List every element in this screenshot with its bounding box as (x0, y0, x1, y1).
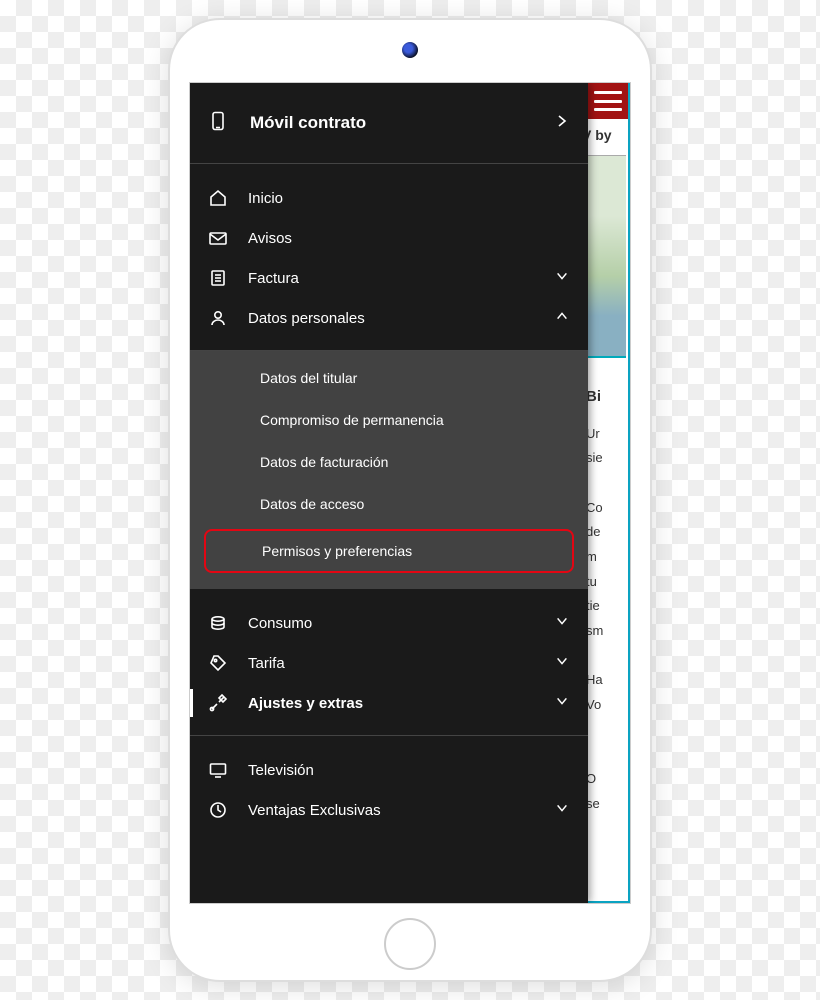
mail-icon (208, 228, 228, 248)
nav-label: Ventajas Exclusivas (248, 802, 534, 819)
tag-icon (208, 653, 228, 673)
phone-frame: V by Bi Ur sie Co de m tu tie sm Ha Vo O… (170, 20, 650, 980)
phone-camera (402, 42, 418, 58)
home-icon (208, 188, 228, 208)
phone-icon (208, 111, 228, 135)
chevron-down-icon (554, 694, 570, 712)
nav-drawer: Móvil contrato Inicio Avisos (190, 83, 588, 903)
nav-label: Televisión (248, 762, 570, 779)
nav-label: Ajustes y extras (248, 695, 534, 712)
tools-icon (208, 693, 228, 713)
sub-datos-titular[interactable]: Datos del titular (190, 357, 588, 399)
nav-television[interactable]: Televisión (190, 750, 588, 790)
menu-section-main: Inicio Avisos Factura (190, 164, 588, 351)
nav-label: Tarifa (248, 655, 534, 672)
chevron-down-icon (554, 654, 570, 672)
nav-label: Inicio (248, 190, 570, 207)
submenu-datos-personales: Datos del titular Compromiso de permanen… (190, 351, 588, 589)
sub-datos-acceso[interactable]: Datos de acceso (190, 483, 588, 525)
nav-ajustes-extras[interactable]: Ajustes y extras (190, 683, 588, 723)
nav-label: Consumo (248, 615, 534, 632)
star-icon (208, 800, 228, 820)
chevron-down-icon (554, 614, 570, 632)
nav-ventajas[interactable]: Ventajas Exclusivas (190, 790, 588, 830)
hamburger-icon[interactable] (594, 91, 622, 111)
chevron-down-icon (554, 801, 570, 819)
chevron-up-icon (554, 309, 570, 327)
page-body-text: Bi Ur sie Co de m tu tie sm Ha Vo O se (582, 383, 626, 899)
drawer-header[interactable]: Móvil contrato (190, 83, 588, 164)
coins-icon (208, 613, 228, 633)
nav-avisos[interactable]: Avisos (190, 218, 588, 258)
chevron-down-icon (554, 269, 570, 287)
promo-image (582, 155, 626, 358)
nav-datos-personales[interactable]: Datos personales (190, 298, 588, 338)
phone-screen: V by Bi Ur sie Co de m tu tie sm Ha Vo O… (189, 82, 631, 904)
chevron-right-icon (554, 113, 570, 133)
drawer-title: Móvil contrato (250, 113, 532, 133)
sub-datos-facturacion[interactable]: Datos de facturación (190, 441, 588, 483)
sub-permisos-preferencias[interactable]: Permisos y preferencias (204, 529, 574, 573)
nav-tarifa[interactable]: Tarifa (190, 643, 588, 683)
nav-label: Datos personales (248, 310, 534, 327)
nav-factura[interactable]: Factura (190, 258, 588, 298)
tv-icon (208, 760, 228, 780)
home-button[interactable] (384, 918, 436, 970)
bill-icon (208, 268, 228, 288)
nav-label: Avisos (248, 230, 570, 247)
menu-section-usage: Consumo Tarifa (190, 589, 588, 736)
user-icon (208, 308, 228, 328)
sub-compromiso[interactable]: Compromiso de permanencia (190, 399, 588, 441)
nav-label: Factura (248, 270, 534, 287)
nav-inicio[interactable]: Inicio (190, 178, 588, 218)
menu-section-more: Televisión Ventajas Exclusivas (190, 736, 588, 842)
active-indicator (189, 689, 193, 717)
nav-consumo[interactable]: Consumo (190, 603, 588, 643)
